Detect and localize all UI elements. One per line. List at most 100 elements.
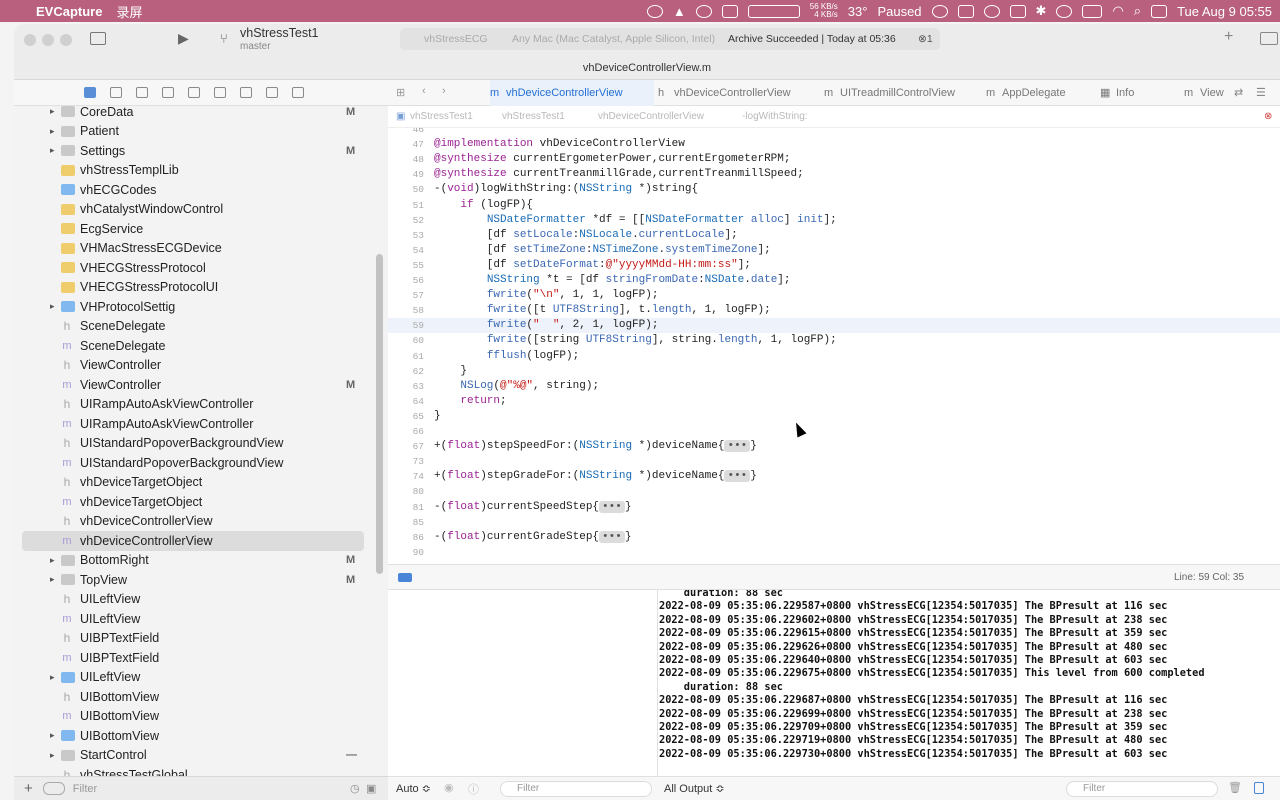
sidebar-item[interactable]: h vhStressTestGlobal [14, 765, 374, 776]
menu-item-record[interactable]: 录屏 [116, 2, 142, 21]
source-control-icon[interactable] [110, 87, 122, 98]
jump-file[interactable]: vhDeviceControllerView [598, 106, 704, 128]
split-left-icon[interactable] [1254, 782, 1264, 794]
sidebar-item[interactable]: vhECGCodes [14, 180, 374, 200]
line-number[interactable]: 74 [388, 469, 424, 484]
sidebar-item[interactable]: h SceneDelegate [14, 317, 374, 337]
app-icon[interactable] [721, 4, 738, 18]
search-icon[interactable]: ⌕ [1134, 3, 1141, 19]
source-editor[interactable]: 46 47 @implementation vhDeviceControllerVi… [388, 128, 1280, 564]
disclosure-icon[interactable]: ▸ [50, 555, 55, 566]
sidebar-item[interactable]: m ViewController M [14, 375, 374, 395]
code-text[interactable]: NSString *t = [df stringFromDate:NSDate.… [434, 273, 791, 288]
code-line[interactable]: 48 @synthesize currentErgometerPower,curr… [388, 152, 1280, 167]
breakpoint-navigator-icon[interactable] [266, 87, 278, 98]
jump-group[interactable]: vhStressTest1 [502, 106, 565, 128]
code-text[interactable]: fwrite(" ", 2, 1, logFP); [434, 318, 659, 333]
line-number[interactable]: 86 [388, 530, 424, 545]
bluetooth-icon[interactable]: ✱ [1036, 3, 1047, 19]
editor-tab[interactable]: h vhDeviceControllerView [658, 80, 820, 106]
code-text[interactable]: -(void)logWithString:(NSString *)string{ [434, 182, 698, 197]
disclosure-icon[interactable]: ▸ [50, 145, 55, 156]
sidebar-item[interactable]: h UILeftView [14, 590, 374, 610]
code-line[interactable]: 86 -(float)currentGradeStep{•••} [388, 530, 1280, 545]
code-line[interactable]: 64 return; [388, 394, 1280, 409]
sidebar-item[interactable]: VHMacStressECGDevice [14, 239, 374, 259]
vlc-icon[interactable]: ▲ [673, 4, 686, 19]
line-number[interactable]: 53 [388, 228, 424, 243]
sidebar-scrollbar[interactable] [376, 254, 383, 574]
code-line[interactable]: 46 [388, 128, 1280, 137]
code-line[interactable]: 49 @synthesize currentTreanmillGrade,curr… [388, 167, 1280, 182]
console-filter-input[interactable]: Filter [1066, 781, 1218, 797]
sidebar-item[interactable]: h vhDeviceTargetObject [14, 473, 374, 493]
code-text[interactable]: -(float)currentSpeedStep{•••} [434, 500, 631, 515]
battery-icon[interactable] [1082, 4, 1103, 18]
add-icon[interactable]: + [1224, 28, 1233, 46]
code-text[interactable]: if (logFP){ [434, 198, 533, 213]
code-line[interactable]: 73 [388, 454, 1280, 469]
line-number[interactable]: 64 [388, 394, 424, 409]
disclosure-icon[interactable]: ▸ [50, 106, 55, 117]
line-number[interactable]: 51 [388, 198, 424, 213]
error-count-badge[interactable]: ⊗1 [918, 28, 933, 50]
sidebar-item[interactable]: m UIBPTextField [14, 648, 374, 668]
code-text[interactable]: +(float)stepGradeFor:(NSString *)deviceN… [434, 469, 757, 484]
code-line[interactable]: 66 [388, 424, 1280, 439]
code-line[interactable]: 47 @implementation vhDeviceControllerView [388, 137, 1280, 152]
issue-navigator-icon[interactable] [188, 87, 200, 98]
menu-app-name[interactable]: EVCapture [36, 4, 102, 19]
code-text[interactable]: [df setLocale:NSLocale.currentLocale]; [434, 228, 738, 243]
code-text[interactable]: fwrite("\n", 1, 1, logFP); [434, 288, 659, 303]
code-line[interactable]: 63 NSLog(@"%@", string); [388, 379, 1280, 394]
scheme-name[interactable]: vhStressTest1 [240, 26, 319, 40]
recent-icon[interactable]: ◷ [350, 782, 360, 795]
code-line[interactable]: 67 +(float)stepSpeedFor:(NSString *)devic… [388, 439, 1280, 454]
display-icon[interactable] [957, 4, 974, 18]
inspector-toggle-icon[interactable] [1260, 32, 1278, 45]
sidebar-item[interactable]: m UIBottomView [14, 707, 374, 727]
target-name[interactable]: vhStressECG [424, 28, 488, 50]
forward-arrow-icon[interactable]: › [442, 85, 446, 97]
line-number[interactable]: 62 [388, 364, 424, 379]
wechat-icon[interactable] [931, 4, 948, 18]
sidebar-item[interactable]: ▸ Patient [14, 122, 374, 142]
line-number[interactable]: 81 [388, 500, 424, 515]
code-text[interactable]: @implementation vhDeviceControllerView [434, 137, 685, 152]
sidebar-item[interactable]: m vhDeviceTargetObject [14, 492, 374, 512]
code-line[interactable]: 65} [388, 409, 1280, 424]
sidebar-item[interactable]: ▸ UILeftView [14, 668, 374, 688]
code-text[interactable]: @synthesize currentTreanmillGrade,curren… [434, 167, 804, 182]
sidebar-item[interactable]: vhStressTemplLib [14, 161, 374, 181]
report-navigator-icon[interactable] [292, 87, 304, 98]
jump-method[interactable]: -logWithString: [742, 106, 808, 128]
code-line[interactable]: 80 [388, 484, 1280, 499]
error-icon[interactable]: ⊗ [1264, 106, 1272, 128]
project-navigator-icon[interactable] [84, 87, 96, 98]
code-line[interactable]: 61 fflush(logFP); [388, 349, 1280, 364]
zoom-window-button[interactable] [60, 34, 72, 46]
line-number[interactable]: 67 [388, 439, 424, 454]
recording-status[interactable]: Paused [877, 4, 921, 19]
code-text[interactable]: return; [434, 394, 506, 409]
sidebar-item[interactable]: ▸ TopView M [14, 570, 374, 590]
scm-filter-icon[interactable]: ▣ [366, 782, 376, 795]
control-center-icon[interactable] [1151, 4, 1168, 18]
code-line[interactable]: 57 fwrite("\n", 1, 1, logFP); [388, 288, 1280, 303]
line-number[interactable]: 57 [388, 288, 424, 303]
line-number[interactable]: 55 [388, 258, 424, 273]
add-file-icon[interactable]: + [24, 780, 33, 797]
user-icon[interactable] [1056, 4, 1073, 18]
editor-tab[interactable]: ▦ Info [1100, 80, 1180, 106]
code-text[interactable]: } [434, 364, 467, 379]
line-number[interactable]: 50 [388, 182, 424, 197]
line-number[interactable]: 63 [388, 379, 424, 394]
sidebar-item[interactable]: ▸ Settings M [14, 141, 374, 161]
clock[interactable]: Tue Aug 9 05:55 [1177, 4, 1272, 19]
disclosure-icon[interactable]: ▸ [50, 574, 55, 585]
code-text[interactable]: NSDateFormatter *df = [[NSDateFormatter … [434, 213, 837, 228]
editor-tab[interactable]: m UITreadmillControlView [824, 80, 982, 106]
sidebar-item[interactable]: VHECGStressProtocol [14, 258, 374, 278]
line-number[interactable]: 80 [388, 484, 424, 499]
line-number[interactable]: 47 [388, 137, 424, 152]
